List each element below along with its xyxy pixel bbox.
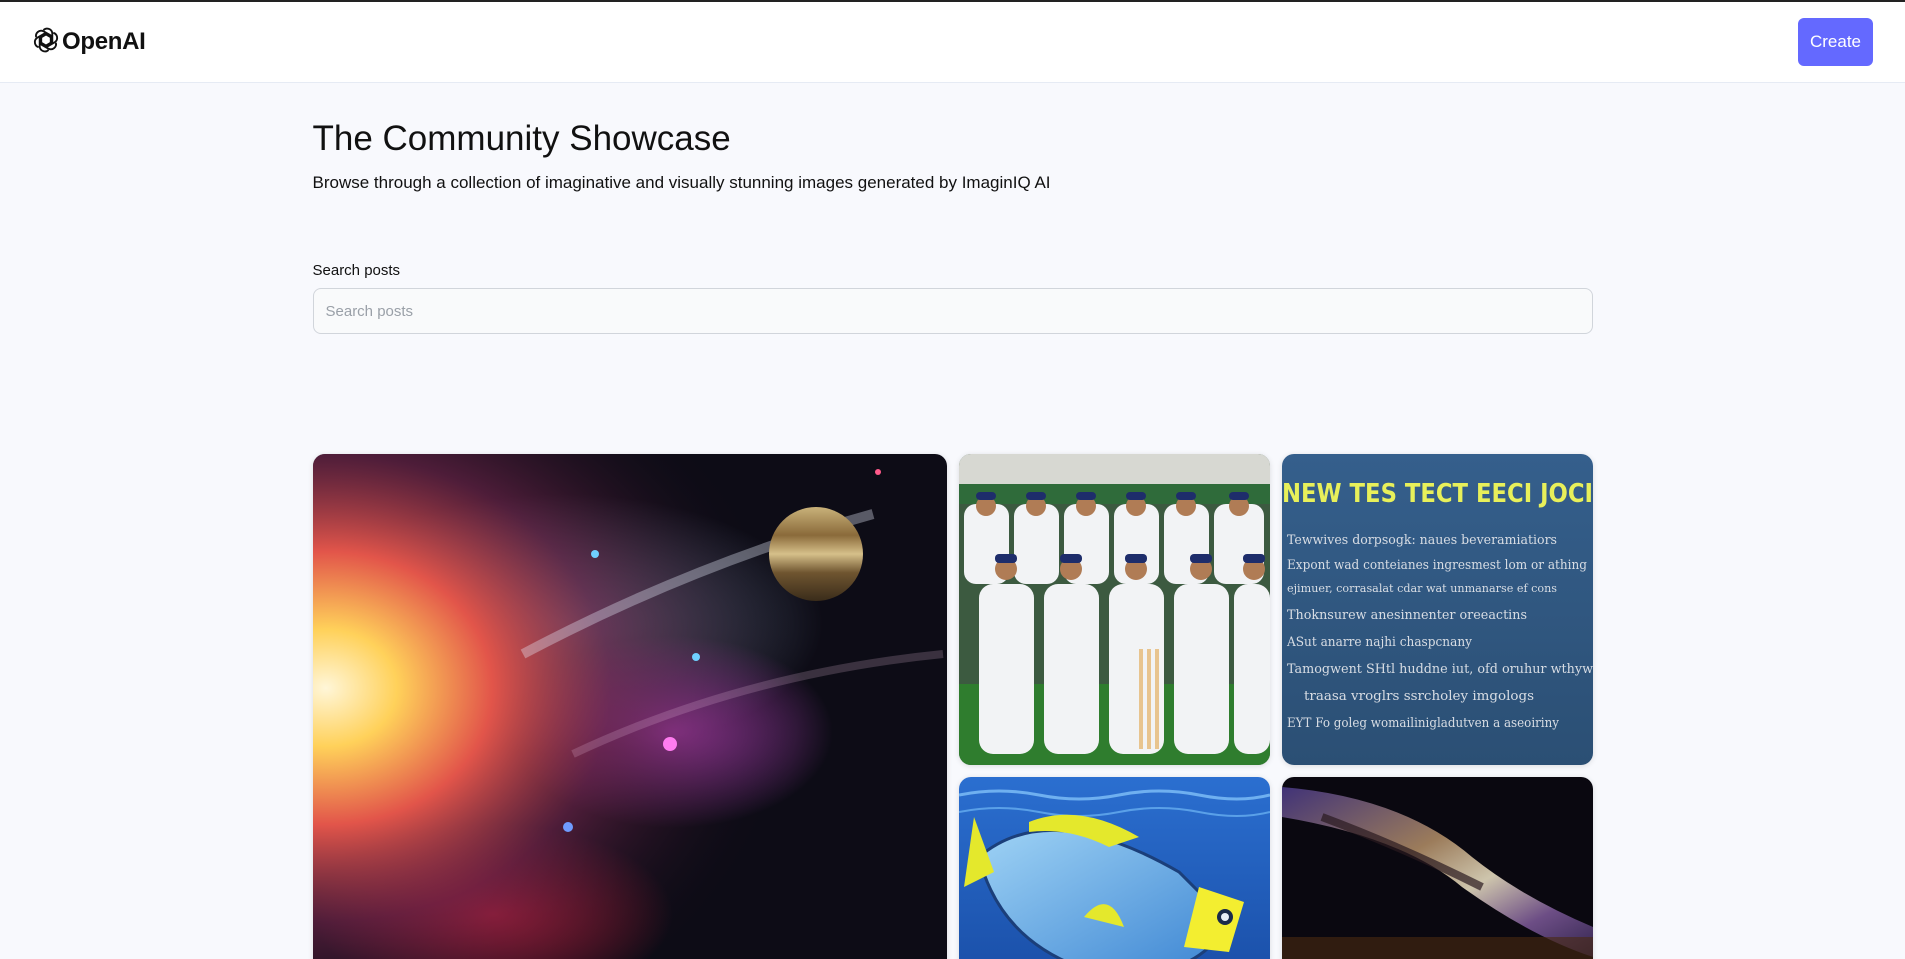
search-input[interactable] <box>312 288 1593 334</box>
post-card-milky-way[interactable] <box>1281 777 1593 959</box>
news-headline: NEW TES TECT EECI JOCI <box>1282 479 1593 509</box>
news-line: Tewwives dorpsogk: naues beveramiatiors <box>1287 533 1557 548</box>
post-image: NEW TES TECT EECI JOCI Tewwives dorpsogk… <box>1281 454 1593 765</box>
post-card-blue-fish[interactable] <box>958 777 1270 959</box>
posts-grid: NEW TES TECT EECI JOCI Tewwives dorpsogk… <box>312 454 1593 959</box>
search-label: Search posts <box>312 262 401 279</box>
news-line: ejimuer, corrasalat cdar wat unmanarse e… <box>1287 582 1557 595</box>
post-image <box>312 454 947 959</box>
create-button[interactable]: Create <box>1797 18 1873 66</box>
news-line: EYT Fo goleg womailinigladutven a aseoir… <box>1287 716 1560 731</box>
page-subtitle: Browse through a collection of imaginati… <box>312 173 1051 192</box>
brand-name: OpenAI <box>62 28 146 55</box>
page-title: The Community Showcase <box>312 119 731 158</box>
top-navbar: OpenAI Create <box>0 2 1905 83</box>
post-image <box>958 454 1270 765</box>
post-image <box>958 777 1270 959</box>
news-line: traasa vroglrs ssrcholey imgologs <box>1304 689 1534 704</box>
openai-logo-icon <box>32 26 60 59</box>
post-card-space-nebula[interactable] <box>312 454 947 959</box>
news-line: Thoknsurew anesinnenter oreeactins <box>1287 608 1527 623</box>
news-line: Tamogwent SHtl huddne iut, ofd oruhur wt… <box>1287 662 1593 677</box>
main-content: The Community Showcase Browse through a … <box>312 83 1593 959</box>
brand-logo-link[interactable]: OpenAI <box>32 26 146 59</box>
post-image <box>1281 777 1593 959</box>
news-line: ASut anarre najhi chaspcnany <box>1286 635 1473 650</box>
news-line: Expont wad conteianes ingresmest lom or … <box>1287 558 1587 573</box>
post-card-cricket-team[interactable] <box>958 454 1270 765</box>
post-card-news-text[interactable]: NEW TES TECT EECI JOCI Tewwives dorpsogk… <box>1281 454 1593 765</box>
